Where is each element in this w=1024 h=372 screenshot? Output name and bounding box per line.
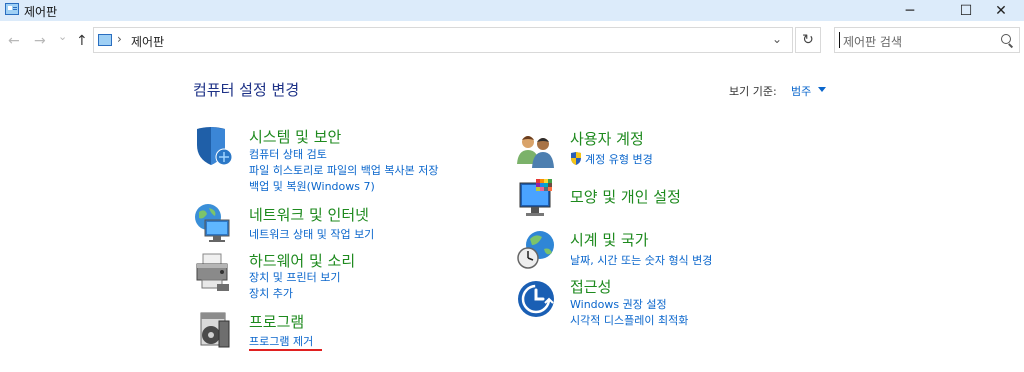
title-bar: 제어판 ─ ☐ ✕ bbox=[0, 0, 1024, 21]
uac-shield-icon bbox=[571, 152, 581, 165]
dropdown-arrow-icon[interactable] bbox=[818, 87, 826, 92]
accessibility-icon[interactable] bbox=[516, 278, 556, 320]
category-title-network[interactable]: 네트워크 및 인터넷 bbox=[249, 204, 369, 225]
link-uninstall-program[interactable]: 프로그램 제거 bbox=[249, 333, 313, 349]
link-backup-restore[interactable]: 백업 및 복원(Windows 7) bbox=[249, 178, 375, 194]
link-network-status[interactable]: 네트워크 상태 및 작업 보기 bbox=[249, 226, 374, 242]
breadcrumb-separator-icon[interactable]: › bbox=[117, 32, 122, 46]
breadcrumb[interactable]: 제어판 bbox=[131, 33, 164, 50]
search-input[interactable]: 제어판 검색 bbox=[834, 27, 1020, 53]
category-title-user-accounts[interactable]: 사용자 계정 bbox=[570, 128, 644, 149]
link-change-account-type[interactable]: 계정 유형 변경 bbox=[585, 151, 653, 167]
category-title-appearance[interactable]: 모양 및 개인 설정 bbox=[570, 186, 681, 207]
search-icon[interactable] bbox=[1001, 34, 1011, 44]
link-add-device[interactable]: 장치 추가 bbox=[249, 285, 293, 301]
category-title-hardware[interactable]: 하드웨어 및 소리 bbox=[249, 250, 355, 271]
recent-locations-icon[interactable]: ⌄ bbox=[58, 30, 67, 43]
link-file-history-backup[interactable]: 파일 히스토리로 파일의 백업 복사본 저장 bbox=[249, 162, 439, 178]
forward-arrow-icon[interactable]: → bbox=[34, 33, 46, 49]
control-panel-icon bbox=[5, 3, 19, 15]
link-windows-recommended-settings[interactable]: Windows 권장 설정 bbox=[570, 296, 667, 312]
chevron-down-icon[interactable]: ⌄ bbox=[772, 32, 782, 46]
users-icon[interactable] bbox=[516, 130, 556, 172]
programs-icon[interactable] bbox=[193, 309, 233, 351]
refresh-button[interactable]: ↻ bbox=[795, 27, 821, 53]
network-globe-icon[interactable] bbox=[193, 202, 233, 244]
link-optimize-visual-display[interactable]: 시각적 디스플레이 최적화 bbox=[570, 312, 688, 328]
clock-globe-icon[interactable] bbox=[516, 229, 556, 271]
red-underline-annotation bbox=[249, 349, 322, 351]
up-arrow-icon[interactable]: ↑ bbox=[76, 33, 88, 49]
view-by-dropdown[interactable]: 범주 bbox=[791, 83, 811, 99]
close-button[interactable]: ✕ bbox=[978, 0, 1024, 21]
link-devices-printers[interactable]: 장치 및 프린터 보기 bbox=[249, 269, 340, 285]
category-title-clock-region[interactable]: 시계 및 국가 bbox=[570, 229, 649, 250]
shield-icon[interactable] bbox=[193, 125, 233, 167]
page-title: 컴퓨터 설정 변경 bbox=[193, 81, 300, 99]
search-placeholder: 제어판 검색 bbox=[843, 35, 903, 49]
view-by-label: 보기 기준: bbox=[729, 85, 777, 98]
category-title-programs[interactable]: 프로그램 bbox=[249, 311, 304, 332]
category-title-system-security[interactable]: 시스템 및 보안 bbox=[249, 126, 341, 147]
window-title: 제어판 bbox=[24, 5, 58, 19]
minimize-button[interactable]: ─ bbox=[887, 0, 933, 21]
address-bar[interactable]: › 제어판 ⌄ bbox=[93, 27, 793, 53]
text-caret bbox=[839, 32, 840, 48]
back-arrow-icon[interactable]: ← bbox=[8, 33, 20, 49]
printer-icon[interactable] bbox=[193, 250, 233, 292]
link-review-computer-status[interactable]: 컴퓨터 상태 검토 bbox=[249, 146, 327, 162]
category-title-ease-of-access[interactable]: 접근성 bbox=[570, 276, 611, 297]
link-date-time-format[interactable]: 날짜, 시간 또는 숫자 형식 변경 bbox=[570, 252, 712, 268]
appearance-monitor-icon[interactable] bbox=[516, 177, 556, 219]
control-panel-icon bbox=[98, 34, 112, 46]
